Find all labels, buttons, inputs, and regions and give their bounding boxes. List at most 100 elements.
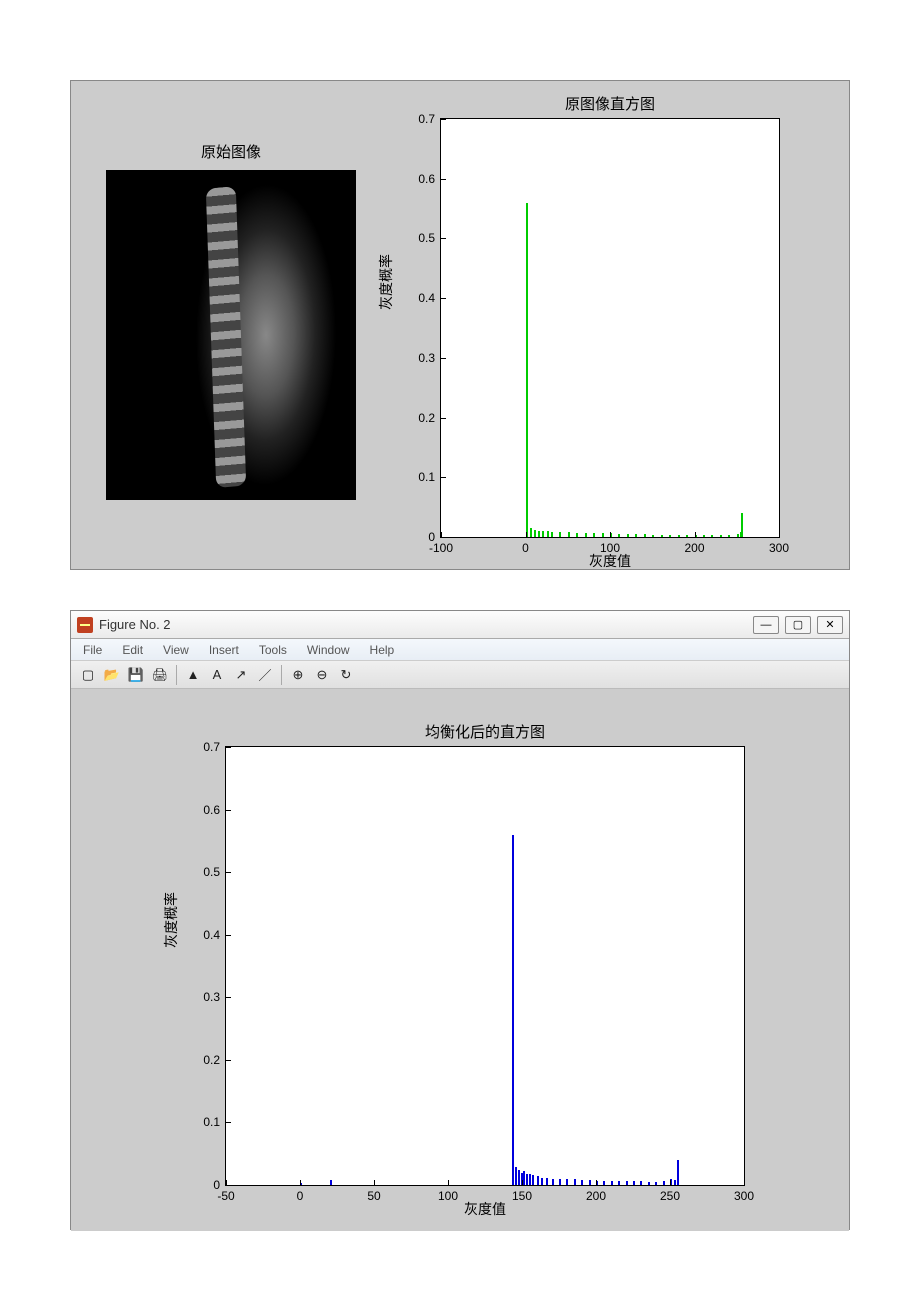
chart1-ylabel: 灰度概率 (376, 254, 396, 310)
xtick-label: 200 (586, 1189, 606, 1203)
xtick (300, 1180, 301, 1185)
histogram-bar (566, 1179, 568, 1185)
ytick (226, 747, 231, 748)
ytick (226, 1185, 231, 1186)
histogram-bar (515, 1167, 517, 1185)
toolbar-separator (176, 665, 177, 685)
chart1-title: 原图像直方图 (565, 93, 655, 114)
histogram-bar (640, 1181, 642, 1185)
arrow-icon[interactable]: ↗ (230, 664, 252, 686)
toolbar-separator (281, 665, 282, 685)
histogram-bar (568, 532, 570, 537)
zoom-out-icon[interactable]: ⊖ (311, 664, 333, 686)
xtick (522, 1180, 523, 1185)
histogram-bar (526, 1174, 528, 1185)
histogram-bar (618, 1181, 620, 1185)
ytick-label: 0.1 (418, 470, 435, 484)
menu-tools[interactable]: Tools (251, 641, 295, 659)
histogram-bar (635, 534, 637, 537)
histogram-bar (678, 535, 680, 537)
histogram-bar (529, 1174, 531, 1185)
pointer-icon[interactable]: ▲ (182, 664, 204, 686)
histogram-bar (728, 535, 730, 537)
histogram-bar (589, 1180, 591, 1185)
line-icon[interactable]: ／ (254, 664, 276, 686)
histogram-bar (655, 1182, 657, 1185)
figure-1-panel: 原始图像 原图像直方图 灰度概率 灰度值 0.70.60.50.40.30.20… (70, 80, 850, 570)
histogram-bar (720, 535, 722, 537)
histogram-bar (626, 1181, 628, 1185)
open-icon[interactable]: 📂 (101, 664, 123, 686)
histogram-bar (559, 1179, 561, 1185)
ytick-label: 0.5 (418, 231, 435, 245)
spine-graphic (196, 176, 336, 493)
zoom-in-icon[interactable]: ⊕ (287, 664, 309, 686)
menu-file[interactable]: File (75, 641, 110, 659)
histogram-bar (663, 1181, 665, 1185)
histogram-bar (512, 835, 514, 1185)
ytick-label: 0.7 (418, 112, 435, 126)
ytick (226, 997, 231, 998)
histogram-bar (633, 1181, 635, 1185)
menu-view[interactable]: View (155, 641, 197, 659)
ytick-label: 0.6 (203, 803, 220, 817)
xtick-label: -100 (429, 541, 453, 555)
histogram-bar (576, 533, 578, 537)
xtick-label: 0 (297, 1189, 304, 1203)
histogram-bar (559, 532, 561, 537)
histogram-bar (546, 1178, 548, 1186)
histogram-bar (686, 535, 688, 537)
xtick (526, 532, 527, 537)
minimize-button[interactable]: — (753, 616, 779, 634)
ytick (226, 872, 231, 873)
histogram-bar (526, 203, 528, 537)
menu-edit[interactable]: Edit (114, 641, 151, 659)
ytick-label: 0.3 (418, 351, 435, 365)
ytick (226, 1122, 231, 1123)
menu-insert[interactable]: Insert (201, 641, 247, 659)
histogram-bar (552, 1179, 554, 1185)
menu-help[interactable]: Help (362, 641, 403, 659)
ytick-label: 0.6 (418, 172, 435, 186)
xtick-label: 100 (600, 541, 620, 555)
ytick-label: 0.5 (203, 865, 220, 879)
chart2-axes: 灰度概率 灰度值 0.70.60.50.40.30.20.10-50050100… (225, 746, 745, 1186)
save-icon[interactable]: 💾 (125, 664, 147, 686)
xtick (226, 1180, 227, 1185)
original-mri-image (106, 170, 356, 500)
ytick (226, 810, 231, 811)
histogram-bar (644, 534, 646, 537)
histogram-bar (523, 1171, 525, 1185)
xtick (695, 532, 696, 537)
titlebar[interactable]: Figure No. 2 — ▢ ✕ (71, 611, 849, 639)
xtick-label: -50 (217, 1189, 234, 1203)
figure-2-axes-area: 均衡化后的直方图 灰度概率 灰度值 0.70.60.50.40.30.20.10… (71, 689, 849, 1231)
histogram-bar (532, 1175, 534, 1185)
ytick (441, 179, 446, 180)
print-icon[interactable]: 🖨 (149, 664, 171, 686)
window-title: Figure No. 2 (99, 617, 753, 632)
chart2-title: 均衡化后的直方图 (425, 721, 545, 742)
ytick (441, 358, 446, 359)
text-icon[interactable]: A (206, 664, 228, 686)
maximize-button[interactable]: ▢ (785, 616, 811, 634)
xtick (670, 1180, 671, 1185)
histogram-bar (741, 513, 743, 537)
histogram-bar (602, 533, 604, 537)
histogram-bar (703, 535, 705, 537)
new-figure-icon[interactable]: ▢ (77, 664, 99, 686)
close-button[interactable]: ✕ (817, 616, 843, 634)
histogram-bar (551, 532, 553, 537)
rotate-icon[interactable]: ↻ (335, 664, 357, 686)
xtick (596, 1180, 597, 1185)
histogram-bar (541, 1178, 543, 1186)
histogram-bar (661, 535, 663, 537)
ytick (441, 119, 446, 120)
ytick-label: 0.3 (203, 990, 220, 1004)
menu-window[interactable]: Window (299, 641, 358, 659)
menubar: File Edit View Insert Tools Window Help (71, 639, 849, 661)
chart2-xlabel: 灰度值 (464, 1199, 506, 1219)
window-controls: — ▢ ✕ (753, 616, 843, 634)
histogram-bar (530, 528, 532, 537)
xtick (610, 532, 611, 537)
